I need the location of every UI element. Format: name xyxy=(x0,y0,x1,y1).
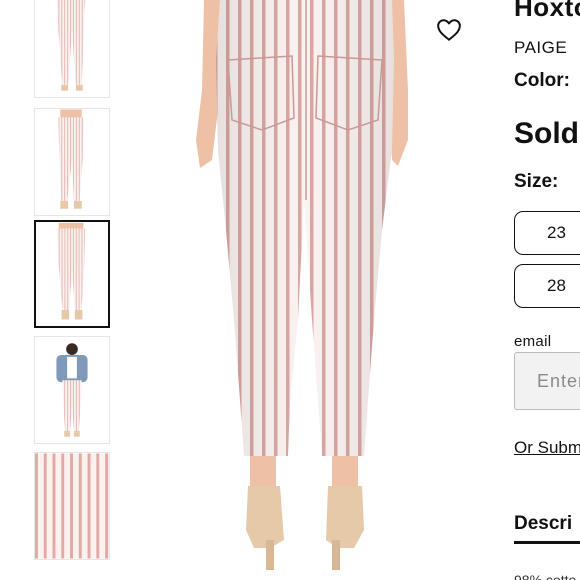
heart-outline-icon xyxy=(437,19,461,41)
thumbnail-side-image xyxy=(58,109,84,209)
thumbnail-back[interactable] xyxy=(34,220,110,328)
product-title: Hoxton xyxy=(514,0,580,22)
thumbnail-fabric-image xyxy=(35,453,109,559)
thumbnail-fabric[interactable] xyxy=(34,452,110,560)
description-text: 98% cotto xyxy=(514,572,577,580)
sold-out-status: Sold xyxy=(514,117,579,150)
wishlist-button[interactable] xyxy=(436,18,462,42)
thumbnail-side[interactable] xyxy=(34,108,110,216)
thumbnail-front[interactable] xyxy=(34,0,110,98)
brand-name[interactable]: PAIGE xyxy=(514,38,567,58)
thumbnail-outfit[interactable] xyxy=(34,336,110,444)
color-label: Color: xyxy=(514,70,570,91)
product-info-panel: Hoxton PAIGE Color: Sold Size: 23 28 ema… xyxy=(514,0,580,580)
thumbnail-back-image xyxy=(56,222,86,320)
thumbnail-front-image xyxy=(56,0,86,91)
size-option-28[interactable]: 28 xyxy=(514,264,580,308)
main-product-image xyxy=(142,0,482,580)
submit-link[interactable]: Or Subm xyxy=(514,438,580,458)
size-option-23[interactable]: 23 xyxy=(514,211,580,255)
thumbnail-outfit-image xyxy=(56,343,88,437)
email-label: email xyxy=(514,333,552,350)
striped-jeans-back-view xyxy=(196,0,408,570)
email-input[interactable] xyxy=(514,352,580,410)
size-label: Size: xyxy=(514,171,559,192)
description-tab[interactable]: Descri xyxy=(514,513,580,544)
